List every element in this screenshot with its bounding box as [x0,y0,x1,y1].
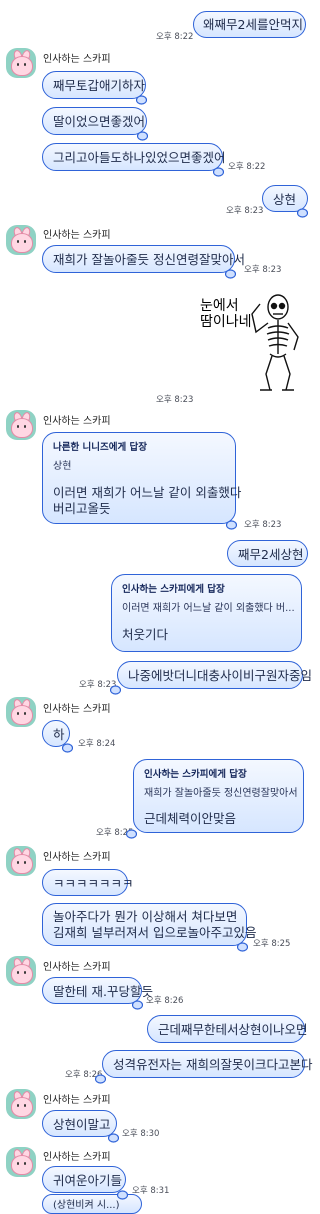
message-bubble-mine[interactable]: 왜째무2세를안먹지 [193,11,306,38]
skeleton-icon [251,294,299,391]
message-bubble[interactable]: 재희가 잘놀아줄듯 정신연령잘맞아서 [42,245,245,273]
message-text: 나중에밧더니대충사이비구원자중임 [128,668,313,683]
message-text-line2: 버리고올듯 [53,501,111,516]
message-text: 상현이말고 [53,1117,111,1132]
sticker-text-line1: 눈에서 [200,298,239,314]
cloud-tail-icon [61,738,74,753]
message-time: 오후 8:22 [228,162,266,172]
message-text: 처웃기다 [122,627,169,642]
message-text: 딸이었으면좋겠어 [53,114,146,129]
message-text: 째무2세상현 [238,547,304,562]
sender-name: 인사하는 스카피 [43,1095,111,1106]
message-text-line1: 놀아주다가 뭔가 이상해서 쳐다보면 [53,909,238,924]
message-text: 그리고아들도하나있었으면좋겠어 [53,150,226,165]
message-time: 오후 8:23 [244,265,282,275]
reply-title: 인사하는 스카피에게 답장 [144,769,247,780]
reply-quote: 재희가 잘놀아줄듯 정신연령잘맞아서 [144,788,298,799]
cloud-tail-icon [94,1069,107,1084]
cloud-tail-icon [107,1128,120,1143]
message-text: (상현비켜 시...) [53,1200,120,1211]
cloud-tail-icon [135,90,148,105]
message-time: 오후 8:22 [156,32,194,42]
cloud-tail-icon [296,203,309,218]
cloud-tail-icon [116,1185,129,1200]
message-text: 째무토갑애기하자 [53,78,146,93]
message-time: 오후 8:23 [156,395,194,405]
message-bubble[interactable]: 째무토갑애기하자 [42,71,146,99]
message-bubble-mine[interactable]: 째무2세상현 [227,540,308,567]
reply-message-bubble[interactable]: 나른한 니니즈에게 답장 상현 이러면 재희가 어느날 같이 외출했다 버리고올… [42,432,242,524]
message-bubble[interactable]: 놀아주다가 뭔가 이상해서 쳐다보면 김재희 널부러져서 입으로놀아주고있음 [42,903,257,946]
message-text: 왜째무2세를안먹지 [203,17,303,32]
message-text: 귀여운아기들 [53,1173,123,1188]
scoopy-avatar[interactable] [6,846,36,876]
message-bubble[interactable]: 그리고아들도하나있었으면좋겠어 [42,143,226,171]
message-text-line1: 이러면 재희가 어느날 같이 외출했다 [53,485,242,500]
message-text: 성격유전자는 재희의잘못이크다고본다 [113,1057,313,1072]
scoopy-avatar[interactable] [6,1089,36,1119]
reply-quote: 이러면 재희가 어느날 같이 외출했다 버... [122,603,295,614]
message-bubble[interactable]: 딸한테 재.꾸당할듯 [42,977,153,1004]
message-text: 근데체력이안맞음 [144,811,237,826]
message-time: 오후 8:23 [244,520,282,530]
scoopy-avatar[interactable] [6,225,36,255]
scoopy-avatar[interactable] [6,956,36,986]
cloud-tail-icon [224,264,237,279]
scoopy-avatar[interactable] [6,1147,36,1177]
sender-name: 인사하는 스카피 [43,1152,111,1163]
message-time: 오후 8:26 [146,996,184,1006]
message-bubble[interactable]: 귀여운아기들 [42,1166,126,1193]
cloud-tail-icon [109,680,122,695]
message-time: 오후 8:25 [253,939,291,949]
sender-name: 인사하는 스카피 [43,54,111,65]
message-time: 오후 8:31 [132,1186,170,1196]
skeleton-sticker[interactable]: 눈에서 땀이나네 [198,292,308,392]
message-bubble-mine[interactable]: 성격유전자는 재희의잘못이크다고본다 [102,1050,312,1078]
reply-message-bubble-mine[interactable]: 인사하는 스카피에게 답장 재희가 잘놀아줄듯 정신연령잘맞아서 근데체력이안맞… [133,759,304,833]
cloud-tail-icon [125,824,138,839]
cloud-tail-icon [236,937,249,952]
reply-quote: 상현 [53,461,72,472]
message-bubble[interactable]: ㅋㅋㅋㅋㅋㅋㅋ [42,869,134,896]
sender-name: 인사하는 스카피 [43,230,111,241]
cloud-tail-icon [136,126,149,141]
sender-name: 인사하는 스카피 [43,962,111,973]
message-time: 오후 8:23 [226,206,264,216]
sticker-text-line2: 땀이나네 [200,314,252,330]
message-text: 상현 [273,192,297,207]
message-text: ㅋㅋㅋㅋㅋㅋㅋ [53,876,134,891]
sender-name: 인사하는 스카피 [43,852,111,863]
scoopy-avatar[interactable] [6,410,36,440]
cloud-tail-icon [225,515,238,530]
message-text-line2: 김재희 널부러져서 입으로놀아주고있음 [53,925,257,940]
reply-message-bubble-mine[interactable]: 인사하는 스카피에게 답장 이러면 재희가 어느날 같이 외출했다 버... 처… [111,574,302,652]
reply-title: 나른한 니니즈에게 답장 [53,442,148,453]
reply-title: 인사하는 스카피에게 답장 [122,584,225,595]
message-text: 재희가 잘놀아줄듯 정신연령잘맞아서 [53,252,245,267]
message-time: 오후 8:30 [122,1129,160,1139]
message-bubble[interactable]: 상현이말고 [42,1110,117,1137]
message-time: 오후 8:24 [78,739,116,749]
sender-name: 인사하는 스카피 [43,704,111,715]
message-text: 근데째무한테서상현이나오면 [158,1022,308,1037]
sender-name: 인사하는 스카피 [43,416,111,427]
message-bubble-mine[interactable]: 근데째무한테서상현이나오면 [147,1015,308,1043]
scoopy-avatar[interactable] [6,48,36,78]
message-bubble-mine[interactable]: 나중에밧더니대충사이비구원자중임 [117,661,312,689]
cloud-tail-icon [131,995,144,1010]
scoopy-avatar[interactable] [6,697,36,727]
cloud-tail-icon [212,162,225,177]
message-bubble[interactable]: 딸이었으면좋겠어 [42,107,147,135]
